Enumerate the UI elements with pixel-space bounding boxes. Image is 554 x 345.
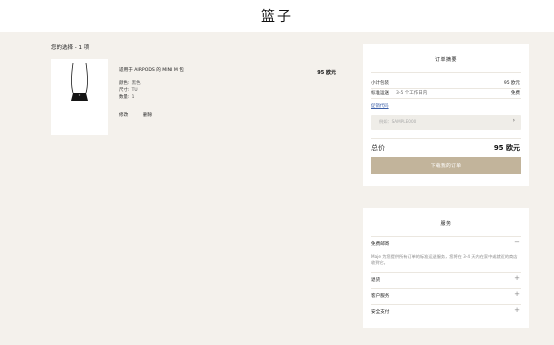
subtotal-label: 小计包装 — [371, 81, 389, 86]
expand-icon[interactable]: + — [514, 307, 520, 314]
divider — [371, 304, 521, 305]
shipping-description: 3-5 个工作日内 — [396, 91, 428, 96]
total-label: 总价 — [371, 144, 385, 152]
shipping-value: 免费 — [511, 91, 520, 96]
service-free-shipping-description: Maje 为您提供所有订单的标准运送服务，您将在 3-4 天内在家中或就近的商店… — [371, 254, 518, 265]
collapse-icon[interactable]: − — [514, 239, 520, 246]
product-attribute-quantity: 数量: 1 — [119, 94, 134, 100]
selection-title: 您的选择 - 1 项 — [51, 45, 90, 51]
promo-code-placeholder: 例如：SAMPLE000 — [379, 119, 417, 124]
attribute-value: 1 — [131, 95, 135, 100]
service-customer-service[interactable]: 客户服务 — [371, 293, 389, 299]
chevron-right-icon[interactable]: › — [513, 117, 515, 124]
total-value: 95 欧元 — [493, 144, 520, 152]
expand-icon[interactable]: + — [514, 291, 520, 298]
divider — [371, 98, 521, 99]
attribute-key: 颜色: — [119, 81, 130, 86]
attribute-key: 数量: — [119, 95, 130, 100]
divider — [371, 72, 521, 73]
divider — [371, 88, 521, 89]
expand-icon[interactable]: + — [514, 275, 520, 282]
shipping-label: 标准运送 — [371, 91, 389, 96]
subtotal-value: 95 欧元 — [503, 81, 520, 86]
product-name[interactable]: 适用于 AIRPODS 的 MINI M 包 — [119, 67, 184, 73]
attribute-value: TU — [131, 88, 138, 93]
services-title: 服务 — [440, 221, 452, 227]
site-header: 篮子 — [0, 0, 554, 32]
attribute-value: 黑色 — [131, 81, 141, 86]
attribute-key: 尺寸: — [119, 88, 130, 93]
services-panel: 服务 免费邮寄 − Maje 为您提供所有订单的标准运送服务，您将在 3-4 天… — [363, 208, 529, 328]
edit-item-link[interactable]: 修改 — [119, 112, 128, 118]
product-image[interactable] — [51, 59, 108, 135]
service-returns[interactable]: 退货 — [371, 277, 380, 283]
promo-code-link[interactable]: 促销代码 — [371, 103, 389, 109]
product-attribute-size: 尺寸: TU — [119, 87, 138, 93]
product-attribute-color: 颜色: 黑色 — [119, 80, 140, 86]
product-price: 95 欧元 — [317, 70, 336, 76]
divider — [371, 272, 521, 273]
divider — [371, 138, 521, 139]
service-secure-payment[interactable]: 安全支付 — [371, 309, 389, 315]
order-summary-panel: 订单摘要 小计包装 95 欧元 标准运送 3-5 个工作日内 免费 促销代码 例… — [363, 44, 529, 186]
divider — [371, 288, 521, 289]
divider — [371, 236, 521, 237]
service-free-shipping[interactable]: 免费邮寄 — [371, 241, 389, 247]
delete-item-link[interactable]: 删除 — [143, 112, 152, 118]
bag-product-icon — [51, 59, 108, 135]
promo-code-input[interactable]: 例如：SAMPLE000 › — [371, 115, 521, 130]
order-summary-title: 订单摘要 — [434, 57, 457, 63]
checkout-button[interactable]: 下载我的订单 — [371, 157, 521, 174]
page-title: 篮子 — [261, 9, 293, 25]
